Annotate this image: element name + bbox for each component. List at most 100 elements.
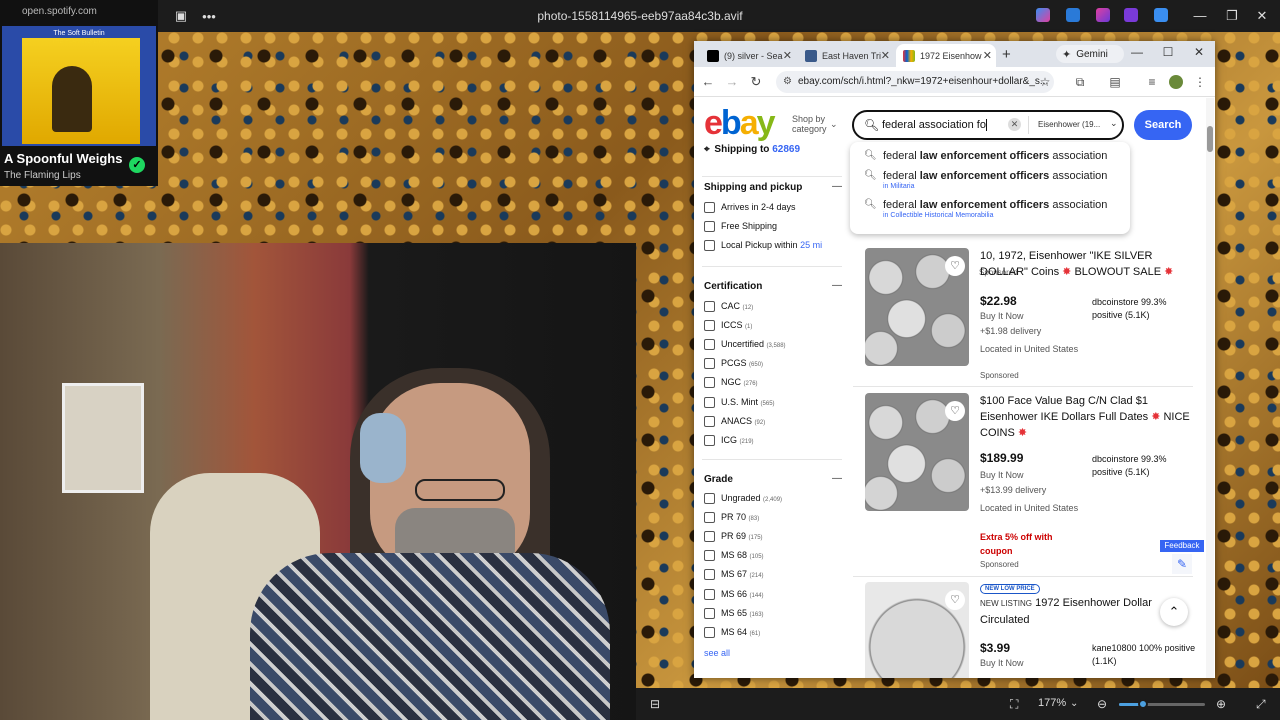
tab-x-search[interactable]: (9) silver - Sea ✕ bbox=[700, 44, 796, 67]
seller-info[interactable]: dbcoinstore 99.3% positive (5.1K) bbox=[1092, 453, 1197, 479]
item-price: $22.98 bbox=[980, 294, 1017, 308]
back-to-top-button[interactable]: ⌃ bbox=[1160, 598, 1188, 626]
address-bar-row: ← → ↻ ⚙ ebay.com/sch/i.html?_nkw=1972+ei… bbox=[694, 67, 1215, 97]
minimize-icon[interactable]: — bbox=[1190, 6, 1210, 26]
watch-heart-icon[interactable]: ♡ bbox=[945, 590, 965, 610]
see-all-link[interactable]: see all bbox=[704, 648, 730, 658]
webcam-feed bbox=[0, 243, 636, 720]
saved-check-icon[interactable]: ✓ bbox=[129, 157, 145, 173]
list-item[interactable]: ♡ $100 Face Value Bag C/N Clad $1 Eisenh… bbox=[849, 393, 1199, 573]
url-field[interactable]: ⚙ ebay.com/sch/i.html?_nkw=1972+eisenhou… bbox=[776, 71, 1054, 93]
filter-cert[interactable]: PCGS (650) bbox=[704, 358, 763, 370]
filter-grade[interactable]: PR 69 (175) bbox=[704, 531, 763, 543]
zoom-level[interactable]: 177% bbox=[1038, 697, 1066, 709]
app-icon[interactable] bbox=[1096, 8, 1110, 22]
new-tab-icon[interactable]: + bbox=[1002, 46, 1011, 63]
copilot-icon[interactable] bbox=[1036, 8, 1050, 22]
zoom-slider[interactable] bbox=[1119, 699, 1205, 709]
ebay-favicon-icon bbox=[903, 49, 915, 62]
maximize-icon[interactable]: ☐ bbox=[1159, 45, 1177, 59]
item-delivery: +$13.99 delivery bbox=[980, 485, 1047, 495]
menu-icon[interactable]: ⋮ bbox=[1192, 75, 1208, 89]
search-icon: 🔍︎ bbox=[864, 150, 877, 161]
filter-grade[interactable]: MS 67 (214) bbox=[704, 569, 764, 581]
collapse-icon[interactable]: — bbox=[832, 181, 842, 192]
profile-avatar[interactable] bbox=[1169, 75, 1183, 89]
filter-cert[interactable]: U.S. Mint (565) bbox=[704, 397, 775, 409]
minimize-icon[interactable]: — bbox=[1128, 45, 1146, 59]
watch-heart-icon[interactable]: ♡ bbox=[945, 401, 965, 421]
sidepanel-icon[interactable]: ▤ bbox=[1107, 75, 1123, 89]
seller-info[interactable]: kane10800 100% positive (1.1K) bbox=[1092, 642, 1197, 668]
filter-section-title: Grade bbox=[704, 474, 733, 485]
reload-icon[interactable]: ↻ bbox=[748, 74, 764, 90]
new-low-price-badge: NEW LOW PRICE bbox=[980, 584, 1040, 594]
tab-strip: (9) silver - Sea ✕ East Haven Tri ✕ 1972… bbox=[694, 41, 1215, 67]
close-icon[interactable]: ✕ bbox=[1252, 6, 1272, 26]
site-favicon-icon bbox=[805, 49, 817, 62]
restore-icon[interactable]: ❐ bbox=[1222, 6, 1242, 26]
playlist-icon[interactable]: ≡ bbox=[1144, 75, 1160, 89]
filter-cert[interactable]: CAC (12) bbox=[704, 301, 753, 313]
filter-grade[interactable]: MS 64 (61) bbox=[704, 627, 760, 639]
filter-grade[interactable]: Ungraded (2,409) bbox=[704, 493, 782, 505]
filter-cert[interactable]: ANACS (92) bbox=[704, 416, 765, 428]
close-tab-icon[interactable]: ✕ bbox=[983, 49, 992, 62]
app-icon[interactable] bbox=[1124, 8, 1138, 22]
photo-viewer-toolbar: ⊟ ⛶ 177% ⌄ ⊖ ⊕ ⤢ bbox=[636, 688, 1280, 720]
site-info-icon[interactable]: ⚙ bbox=[783, 71, 792, 93]
watch-heart-icon[interactable]: ♡ bbox=[945, 256, 965, 276]
filter-grade[interactable]: MS 68 (105) bbox=[704, 550, 764, 562]
item-title[interactable]: 10, 1972, Eisenhower "IKE SILVER DOLLAR"… bbox=[980, 248, 1195, 280]
close-window-icon[interactable]: ✕ bbox=[1190, 45, 1208, 59]
filter-cert[interactable]: ICCS (1) bbox=[704, 320, 752, 332]
item-title[interactable]: $100 Face Value Bag C/N Clad $1 Eisenhow… bbox=[980, 393, 1195, 441]
suggestion-item[interactable]: 🔍︎ federal law enforcement officers asso… bbox=[850, 170, 1130, 194]
filter-cert[interactable]: ICG (219) bbox=[704, 435, 754, 447]
filter-grade[interactable]: MS 66 (144) bbox=[704, 589, 764, 601]
seller-info[interactable]: dbcoinstore 99.3% positive (5.1K) bbox=[1092, 296, 1197, 322]
close-tab-icon[interactable]: ✕ bbox=[881, 49, 890, 62]
suggestion-item[interactable]: 🔍︎ federal law enforcement officers asso… bbox=[850, 199, 1130, 223]
spotify-miniplayer[interactable]: open.spotify.com The Soft Bulletin THE F… bbox=[0, 0, 158, 186]
shop-by-category[interactable]: Shop by category ⌄ bbox=[792, 114, 838, 134]
photo-filename: photo-1558114965-eeb97aa84c3b.avif bbox=[537, 9, 743, 23]
list-item[interactable]: ♡ 10, 1972, Eisenhower "IKE SILVER DOLLA… bbox=[849, 248, 1199, 388]
back-icon[interactable]: ← bbox=[700, 74, 716, 89]
shipping-to[interactable]: ⌖ Shipping to 62869 bbox=[704, 144, 800, 155]
zoom-in-icon[interactable]: ⊕ bbox=[1216, 697, 1226, 711]
filter-cert[interactable]: NGC (276) bbox=[704, 377, 758, 389]
item-delivery: +$1.98 delivery bbox=[980, 326, 1042, 336]
filter-grade[interactable]: MS 65 (163) bbox=[704, 608, 764, 620]
ebay-logo[interactable]: ebay bbox=[704, 104, 776, 143]
feedback-tab[interactable]: Feedback bbox=[1160, 540, 1204, 552]
close-tab-icon[interactable]: ✕ bbox=[783, 49, 792, 62]
chevron-down-icon[interactable]: ⌄ bbox=[1070, 698, 1078, 709]
bookmark-star-icon[interactable]: ☆ bbox=[1037, 75, 1053, 89]
suggestion-item[interactable]: 🔍︎ federal law enforcement officers asso… bbox=[850, 150, 1130, 166]
list-item[interactable]: ♡ NEW LOW PRICE NEW LISTING 1972 Eisenho… bbox=[849, 582, 1199, 678]
app-icon[interactable] bbox=[1066, 8, 1080, 22]
filter-grade[interactable]: PR 70 (83) bbox=[704, 512, 759, 524]
filter-cert[interactable]: Uncertified (3,588) bbox=[704, 339, 786, 351]
filter-section-title: Shipping and pickup bbox=[704, 182, 803, 193]
filter-arrives[interactable]: Arrives in 2-4 days bbox=[704, 202, 796, 214]
zoom-out-icon[interactable]: ⊖ bbox=[1097, 697, 1107, 711]
info-icon[interactable]: ⊟ bbox=[650, 697, 660, 711]
cloud-icon[interactable] bbox=[1154, 8, 1168, 22]
expand-icon[interactable]: ⤢ bbox=[1256, 697, 1266, 712]
tab-east-haven[interactable]: East Haven Tri ✕ bbox=[798, 44, 894, 67]
filter-local-pickup[interactable]: Local Pickup within 25 mi bbox=[704, 240, 822, 252]
feedback-note-icon[interactable]: ✎ bbox=[1172, 554, 1192, 574]
fit-screen-icon[interactable]: ⛶ bbox=[1010, 697, 1018, 712]
album-title-text: The Soft Bulletin bbox=[53, 30, 105, 37]
collapse-icon[interactable]: — bbox=[832, 473, 842, 484]
scrollbar[interactable] bbox=[1206, 98, 1214, 678]
tab-ebay[interactable]: 1972 Eisenhow ✕ bbox=[896, 44, 996, 67]
forward-icon[interactable]: → bbox=[724, 74, 740, 89]
collapse-icon[interactable]: — bbox=[832, 280, 842, 291]
coupon-offer[interactable]: Extra 5% off with coupon bbox=[980, 530, 1085, 558]
filter-free-shipping[interactable]: Free Shipping bbox=[704, 221, 777, 233]
gemini-button[interactable]: ✦ Gemini bbox=[1056, 45, 1124, 63]
extensions-icon[interactable]: ⧉ bbox=[1072, 75, 1088, 90]
